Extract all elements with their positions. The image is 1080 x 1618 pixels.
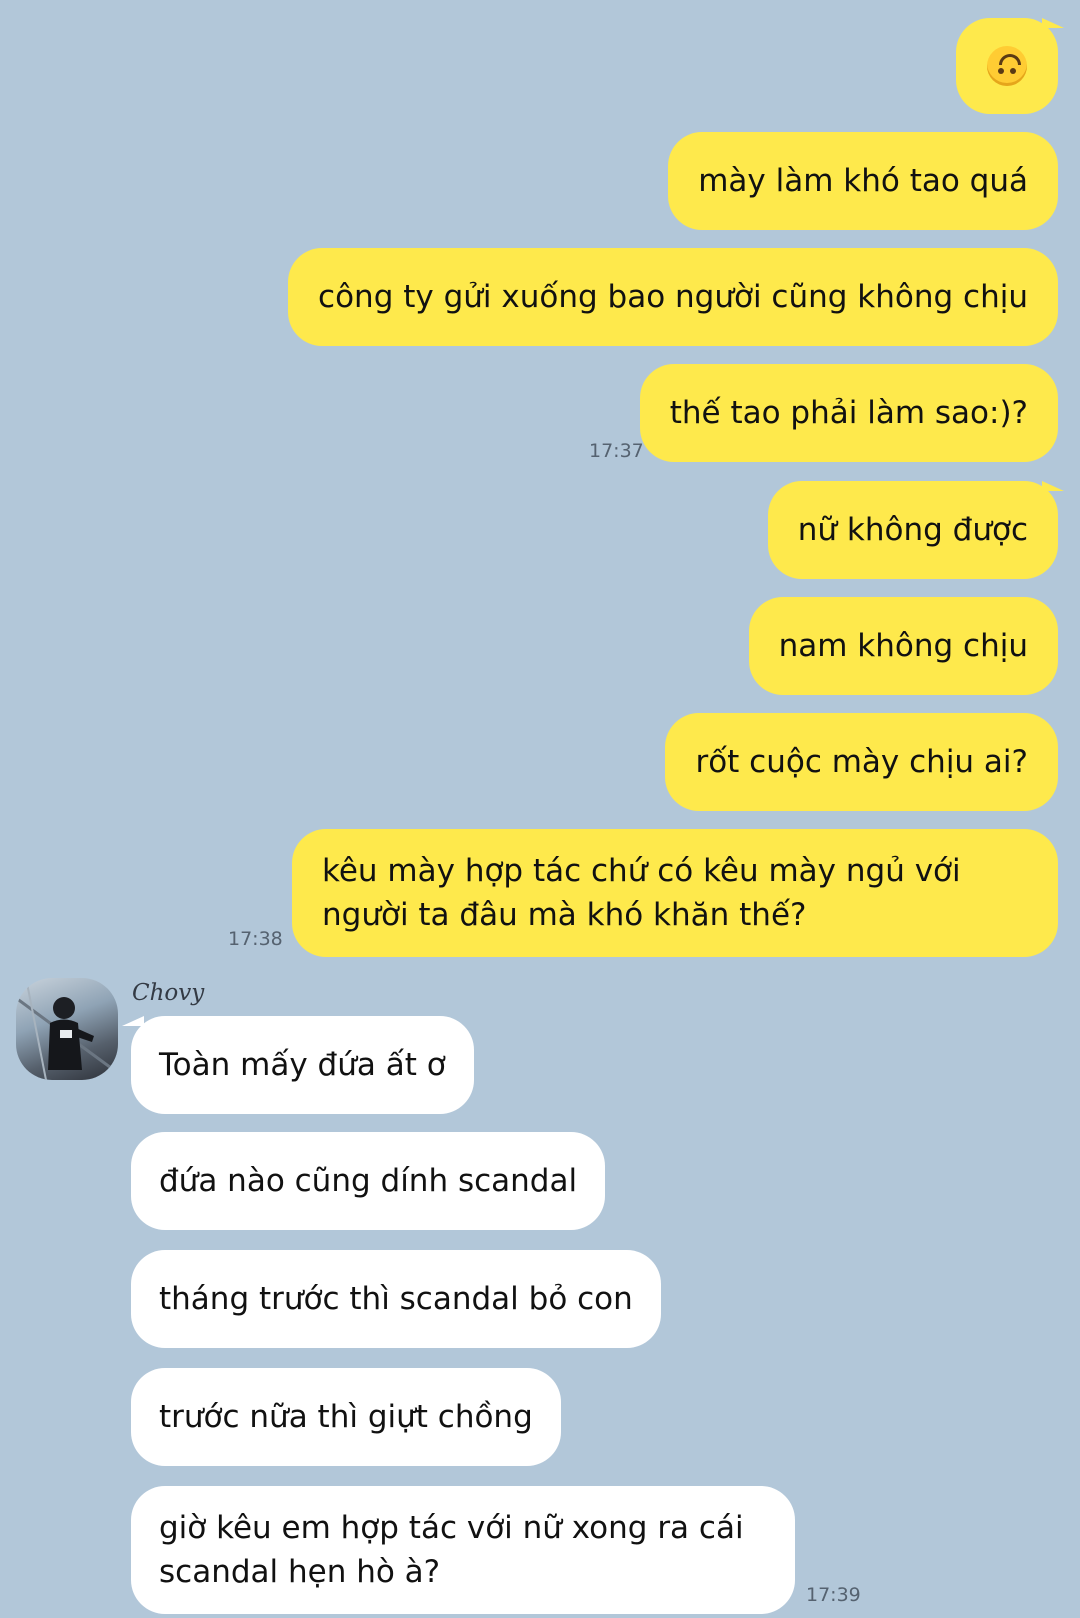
message-timestamp: 17:37 <box>589 440 644 462</box>
bubble-tail <box>1042 481 1064 491</box>
contact-avatar[interactable] <box>16 978 118 1080</box>
incoming-message[interactable]: giờ kêu em hợp tác với nữ xong ra cái sc… <box>131 1486 795 1614</box>
outgoing-message[interactable]: mày làm khó tao quá <box>668 132 1058 230</box>
upside-down-face-icon <box>987 46 1027 86</box>
outgoing-message[interactable]: thế tao phải làm sao:)? <box>639 364 1058 462</box>
outgoing-message[interactable]: nam không chịu <box>748 597 1058 695</box>
user-avatar-photo-icon <box>16 978 118 1080</box>
message-timestamp: 17:38 <box>228 928 283 950</box>
contact-name: Chovy <box>132 980 205 1006</box>
bubble-tail <box>122 1016 144 1026</box>
outgoing-message[interactable]: công ty gửi xuống bao người cũng không c… <box>288 248 1058 346</box>
outgoing-message[interactable]: rốt cuộc mày chịu ai? <box>665 713 1058 811</box>
incoming-message[interactable]: trước nữa thì giựt chồng <box>131 1368 561 1466</box>
incoming-message[interactable]: đứa nào cũng dính scandal <box>131 1132 606 1230</box>
bubble-tail <box>1042 18 1064 28</box>
outgoing-message-emoji[interactable] <box>956 18 1058 114</box>
message-timestamp: 17:39 <box>806 1584 861 1606</box>
chat-conversation[interactable]: mày làm khó tao quá công ty gửi xuống ba… <box>0 0 1080 1618</box>
outgoing-message[interactable]: kêu mày hợp tác chứ có kêu mày ngủ với n… <box>292 829 1058 957</box>
incoming-message[interactable]: Toàn mấy đứa ất ơ <box>131 1016 474 1114</box>
outgoing-message[interactable]: nữ không được <box>767 481 1058 579</box>
incoming-message[interactable]: tháng trước thì scandal bỏ con <box>131 1250 661 1348</box>
